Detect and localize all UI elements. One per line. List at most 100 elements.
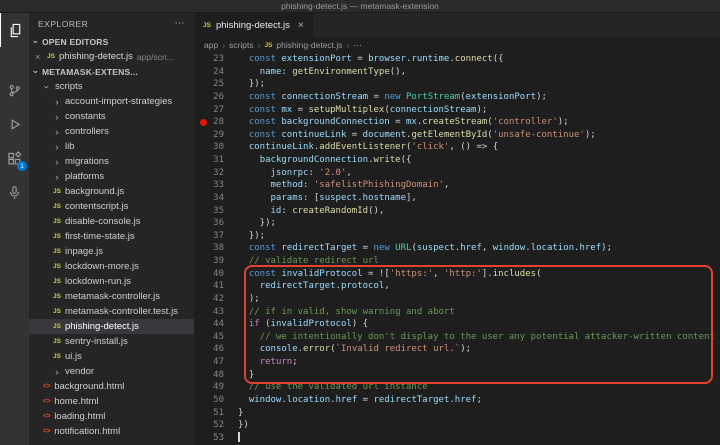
code-line-36[interactable]: 36 }); bbox=[194, 217, 720, 230]
code-text: console.error(`Invalid redirect url.`); bbox=[224, 343, 471, 356]
code-line-43[interactable]: 43 // if in valid, show warning and abor… bbox=[194, 306, 720, 319]
more-actions-icon[interactable]: ⋯ bbox=[175, 18, 186, 29]
tree-item-inpage.js[interactable]: JSinpage.js bbox=[29, 244, 194, 259]
tree-item-lockdown-run.js[interactable]: JSlockdown-run.js bbox=[29, 274, 194, 289]
tree-item-metamask-controller.js[interactable]: JSmetamask-controller.js bbox=[29, 289, 194, 304]
code-text: redirectTarget.protocol, bbox=[224, 280, 390, 293]
breakpoint-icon[interactable] bbox=[200, 119, 207, 126]
code-line-50[interactable]: 50 window.location.href = redirectTarget… bbox=[194, 394, 720, 407]
tree-item-home.html[interactable]: <>home.html bbox=[29, 394, 194, 409]
breadcrumb-item-app[interactable]: app bbox=[204, 40, 218, 50]
tree-item-vendor[interactable]: ›vendor bbox=[29, 364, 194, 379]
code-line-34[interactable]: 34 params: [suspect.hostname], bbox=[194, 192, 720, 205]
file-label: loading.html bbox=[54, 411, 105, 422]
code-line-28[interactable]: 28 const backgroundConnection = mx.creat… bbox=[194, 116, 720, 129]
microphone-icon[interactable] bbox=[0, 175, 29, 209]
code-line-42[interactable]: 42 ); bbox=[194, 293, 720, 306]
explorer-icon[interactable] bbox=[0, 13, 29, 47]
breadcrumb-item-scripts[interactable]: scripts bbox=[229, 40, 254, 50]
workspace-root-header[interactable]: › METAMASK-EXTENS... bbox=[29, 64, 194, 79]
code-line-23[interactable]: 23 const extensionPort = browser.runtime… bbox=[194, 53, 720, 66]
breadcrumb-item-file[interactable]: phishing-detect.js bbox=[276, 40, 342, 50]
line-number: 52 bbox=[194, 419, 224, 432]
code-line-40[interactable]: 40 const invalidProtocol = !['https:', '… bbox=[194, 268, 720, 281]
code-editor[interactable]: 23 const extensionPort = browser.runtime… bbox=[194, 53, 720, 445]
tree-item-loading.html[interactable]: <>loading.html bbox=[29, 409, 194, 424]
code-line-35[interactable]: 35 id: createRandomId(), bbox=[194, 205, 720, 218]
file-label: migrations bbox=[65, 156, 109, 167]
code-line-24[interactable]: 24 name: getEnvironmentType(), bbox=[194, 66, 720, 79]
code-text: const mx = setupMultiplex(connectionStre… bbox=[224, 104, 487, 117]
js-file-icon: JS bbox=[53, 293, 61, 300]
code-line-53[interactable]: 53 bbox=[194, 432, 720, 445]
tree-item-phishing-detect.js[interactable]: JSphishing-detect.js bbox=[29, 319, 194, 334]
code-line-38[interactable]: 38 const redirectTarget = new URL(suspec… bbox=[194, 242, 720, 255]
file-label: background.html bbox=[54, 381, 124, 392]
tree-item-notification.html[interactable]: <>notification.html bbox=[29, 424, 194, 439]
file-label: controllers bbox=[65, 126, 109, 137]
tree-item-constants[interactable]: ›constants bbox=[29, 109, 194, 124]
code-line-27[interactable]: 27 const mx = setupMultiplex(connectionS… bbox=[194, 104, 720, 117]
source-control-icon[interactable] bbox=[0, 73, 29, 107]
breadcrumb-more-icon[interactable]: ⋯ bbox=[353, 40, 362, 51]
code-line-45[interactable]: 45 // we intentionally don't display to … bbox=[194, 331, 720, 344]
open-editors-header[interactable]: › OPEN EDITORS bbox=[29, 34, 194, 49]
sidebar: EXPLORER ⋯ › OPEN EDITORS × JS phishing-… bbox=[29, 13, 194, 445]
tree-item-sentry-install.js[interactable]: JSsentry-install.js bbox=[29, 334, 194, 349]
line-number: 46 bbox=[194, 343, 224, 356]
text-cursor bbox=[238, 432, 240, 442]
tab-phishing-detect[interactable]: JS phishing-detect.js × bbox=[194, 13, 313, 37]
tree-item-metamask-controller.test.js[interactable]: JSmetamask-controller.test.js bbox=[29, 304, 194, 319]
tree-item-migrations[interactable]: ›migrations bbox=[29, 154, 194, 169]
tree-item-background.html[interactable]: <>background.html bbox=[29, 379, 194, 394]
file-label: platforms bbox=[65, 171, 104, 182]
code-line-31[interactable]: 31 backgroundConnection.write({ bbox=[194, 154, 720, 167]
js-file-icon: JS bbox=[53, 233, 61, 240]
tree-item-first-time-state.js[interactable]: JSfirst-time-state.js bbox=[29, 229, 194, 244]
code-text: // we intentionally don't display to the… bbox=[224, 331, 720, 344]
line-number: 28 bbox=[194, 116, 224, 129]
file-label: phishing-detect.js bbox=[65, 321, 139, 332]
code-text: }); bbox=[224, 217, 276, 230]
tree-item-lockdown-more.js[interactable]: JSlockdown-more.js bbox=[29, 259, 194, 274]
run-debug-icon[interactable] bbox=[0, 107, 29, 141]
code-line-25[interactable]: 25 }); bbox=[194, 78, 720, 91]
code-line-30[interactable]: 30 continueLink.addEventListener('click'… bbox=[194, 141, 720, 154]
tree-item-controllers[interactable]: ›controllers bbox=[29, 124, 194, 139]
title-bar: phishing-detect.js — metamask-extension bbox=[0, 0, 720, 13]
line-number: 27 bbox=[194, 104, 224, 117]
tab-label: phishing-detect.js bbox=[216, 20, 290, 31]
code-line-32[interactable]: 32 jsonrpc: '2.0', bbox=[194, 167, 720, 180]
code-line-49[interactable]: 49 // use the validated url instance bbox=[194, 381, 720, 394]
file-tree: ›scripts›account-import-strategies›const… bbox=[29, 79, 194, 439]
code-line-33[interactable]: 33 method: 'safelistPhishingDomain', bbox=[194, 179, 720, 192]
tree-item-platforms[interactable]: ›platforms bbox=[29, 169, 194, 184]
tree-item-disable-console.js[interactable]: JSdisable-console.js bbox=[29, 214, 194, 229]
breadcrumb-separator: › bbox=[347, 40, 350, 50]
code-line-29[interactable]: 29 const continueLink = document.getElem… bbox=[194, 129, 720, 142]
tree-item-contentscript.js[interactable]: JScontentscript.js bbox=[29, 199, 194, 214]
code-line-48[interactable]: 48 } bbox=[194, 369, 720, 382]
code-line-26[interactable]: 26 const connectionStream = new PortStre… bbox=[194, 91, 720, 104]
code-line-46[interactable]: 46 console.error(`Invalid redirect url.`… bbox=[194, 343, 720, 356]
open-editor-item[interactable]: × JS phishing-detect.js app/scri... bbox=[29, 49, 194, 64]
tree-item-lib[interactable]: ›lib bbox=[29, 139, 194, 154]
code-line-41[interactable]: 41 redirectTarget.protocol, bbox=[194, 280, 720, 293]
extensions-icon[interactable]: 1 bbox=[0, 141, 29, 175]
close-icon[interactable]: × bbox=[35, 52, 43, 62]
open-editors-label: OPEN EDITORS bbox=[42, 37, 108, 47]
file-label: account-import-strategies bbox=[65, 96, 172, 107]
tree-item-background.js[interactable]: JSbackground.js bbox=[29, 184, 194, 199]
tree-item-ui.js[interactable]: JSui.js bbox=[29, 349, 194, 364]
code-line-44[interactable]: 44 if (invalidProtocol) { bbox=[194, 318, 720, 331]
code-line-39[interactable]: 39 // validate redirect url bbox=[194, 255, 720, 268]
js-file-icon: JS bbox=[53, 353, 61, 360]
line-number: 45 bbox=[194, 331, 224, 344]
close-icon[interactable]: × bbox=[298, 20, 304, 31]
code-line-37[interactable]: 37 }); bbox=[194, 230, 720, 243]
code-line-51[interactable]: 51} bbox=[194, 407, 720, 420]
tree-item-account-import-strategies[interactable]: ›account-import-strategies bbox=[29, 94, 194, 109]
code-line-47[interactable]: 47 return; bbox=[194, 356, 720, 369]
code-line-52[interactable]: 52}) bbox=[194, 419, 720, 432]
tree-item-scripts[interactable]: ›scripts bbox=[29, 79, 194, 94]
